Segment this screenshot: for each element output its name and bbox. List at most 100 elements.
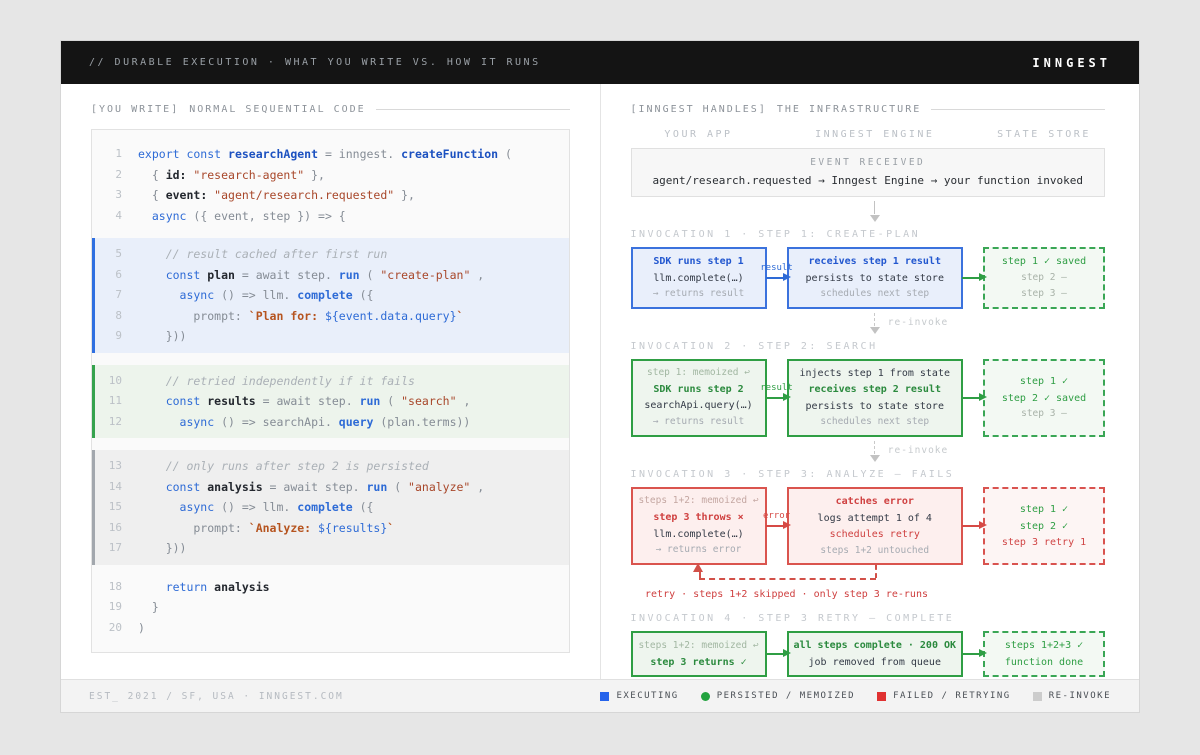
line-number: 19 [95,597,122,618]
code-text: const results = await step. run ( "searc… [138,391,470,412]
result-arrow: result [767,359,787,437]
box-line: persists to state store [791,400,960,414]
brand-logo: INNGEST [1032,56,1111,70]
line-number: 13 [95,456,122,477]
app-box: steps 1+2: memoized ↩step 3 throws ×llm.… [631,487,767,565]
legend-item: RE-INVOKE [1033,691,1111,701]
code-pane: [YOU WRITE] NORMAL SEQUENTIAL CODE 1expo… [61,84,601,679]
box-line: function done [987,656,1101,670]
page-title: // DURABLE EXECUTION · WHAT YOU WRITE VS… [89,57,541,68]
event-received-banner: EVENT RECEIVED agent/research.requested … [631,148,1106,197]
legend-swatch-icon [877,692,886,701]
engine-box: catches error logs attempt 1 of 4 schedule… [787,487,964,565]
legend-swatch-icon [701,692,710,701]
code-line: 11 const results = await step. run ( "se… [95,391,569,412]
box-line: SDK runs step 1 [635,255,763,269]
code-text: const analysis = await step. run ( "anal… [138,477,484,498]
box-line: step 2 ✓ saved [987,392,1101,406]
box-line: step 3 returns ✓ [635,656,763,670]
line-number: 14 [95,477,122,498]
arrow-label: result [760,263,793,273]
box-line: → returns result [635,288,763,301]
line-number: 3 [95,185,122,206]
content-area: [YOU WRITE] NORMAL SEQUENTIAL CODE 1expo… [61,84,1139,679]
result-arrow: error [767,487,787,565]
code-line: 6 const plan = await step. run ( "create… [95,265,569,286]
code-text: export const researchAgent = inngest. cr… [138,144,512,165]
box-line: all steps complete · 200 OK [791,639,960,653]
code-text: prompt: `Plan for: ${event.data.query}` [138,306,463,327]
line-number: 2 [95,165,122,186]
line-number: 17 [95,538,122,559]
box-line: logs attempt 1 of 4 [791,512,960,526]
right-section-heading: [INNGEST HANDLES] THE INFRASTRUCTURE [631,104,1106,115]
box-line: step 1 ✓ [987,375,1101,389]
invocation-row: steps 1+2: memoized ↩step 3 throws ×llm.… [631,487,1106,565]
arrow-head-icon [783,393,791,401]
arrow-head-icon [870,215,880,222]
code-line: 5 // result cached after first run [95,244,569,265]
line-number: 5 [95,244,122,265]
invocation-label: INVOCATION 1 · STEP 1: CREATE-PLAN [631,229,1106,240]
result-arrow: result [767,247,787,309]
left-section-label: [YOU WRITE] [91,104,179,115]
code-text: // only runs after step 2 is persisted [138,456,429,477]
invocation-row: step 1: memoized ↩SDK runs step 2searchA… [631,359,1106,437]
code-line: 7 async () => llm. complete ({ [95,285,569,306]
legend-item: EXECUTING [600,691,678,701]
persist-arrow [963,359,983,437]
retry-path-down [875,565,877,578]
invocation-label: INVOCATION 2 · STEP 2: SEARCH [631,341,1106,352]
code-line: 13 // only runs after step 2 is persiste… [95,456,569,477]
box-line: schedules retry [791,528,960,542]
box-line: step 2 ✓ [987,520,1101,534]
code-line: 3 { event: "agent/research.requested" }, [95,185,569,206]
code-text: async ({ event, step }) => { [138,206,346,227]
column-your-app: YOUR APP [631,129,767,140]
engine-box: all steps complete · 200 OKjob removed f… [787,631,964,677]
event-dispatch-connector [631,197,1106,229]
code-line: 1 export const researchAgent = inngest. c… [95,144,569,165]
box-line: step 1 ✓ saved [987,255,1101,269]
arrow-label: error [763,511,790,521]
box-line: steps 1+2: memoized ↩ [635,640,763,653]
code-group: 5 // result cached after first run6 cons… [92,238,569,353]
line-number: 1 [95,144,122,165]
infrastructure-pane: [INNGEST HANDLES] THE INFRASTRUCTURE YOU… [601,84,1140,679]
box-line: → returns error [635,544,763,557]
retry-path-across [699,578,876,580]
code-group: 1 export const researchAgent = inngest. c… [92,144,569,226]
arrow-head-icon [783,649,791,657]
heading-rule [376,109,570,110]
code-line: 8 prompt: `Plan for: ${event.data.query}… [95,306,569,327]
arrow-head-icon [870,455,880,462]
line-number: 15 [95,497,122,518]
invocation-row: steps 1+2: memoized ↩ step 3 returns ✓ all… [631,631,1106,677]
box-line: steps 1+2+3 ✓ [987,639,1101,653]
retry-label: retry · steps 1+2 skipped · only step 3 … [645,589,928,600]
code-panel: 1 export const researchAgent = inngest. c… [91,129,570,653]
box-line: schedules next step [791,416,960,429]
code-text: { event: "agent/research.requested" }, [138,185,415,206]
code-line: 15 async () => llm. complete ({ [95,497,569,518]
line-number: 8 [95,306,122,327]
page-card: // DURABLE EXECUTION · WHAT YOU WRITE VS… [60,40,1140,713]
engine-box: injects step 1 from statereceives step 2… [787,359,964,437]
code-text: { id: "research-agent" }, [138,165,325,186]
box-line: catches error [791,495,960,509]
reinvoke-arrow: re-invoke [787,437,964,469]
line-number: 18 [95,577,122,598]
line-number: 20 [95,618,122,639]
retry-path-up [699,571,701,579]
result-arrow [767,631,787,677]
reinvoke-label: re-invoke [888,317,948,328]
box-line: llm.complete(…) [635,528,763,542]
legend-label: RE-INVOKE [1049,691,1111,701]
line-number: 10 [95,371,122,392]
code-line: 2 { id: "research-agent" }, [95,165,569,186]
code-text: })) [138,326,186,347]
box-line: step 2 — [987,272,1101,285]
line-number: 4 [95,206,122,227]
invocation-label: INVOCATION 4 · STEP 3 RETRY — COMPLETE [631,613,1106,624]
box-line: steps 1+2 untouched [791,545,960,558]
